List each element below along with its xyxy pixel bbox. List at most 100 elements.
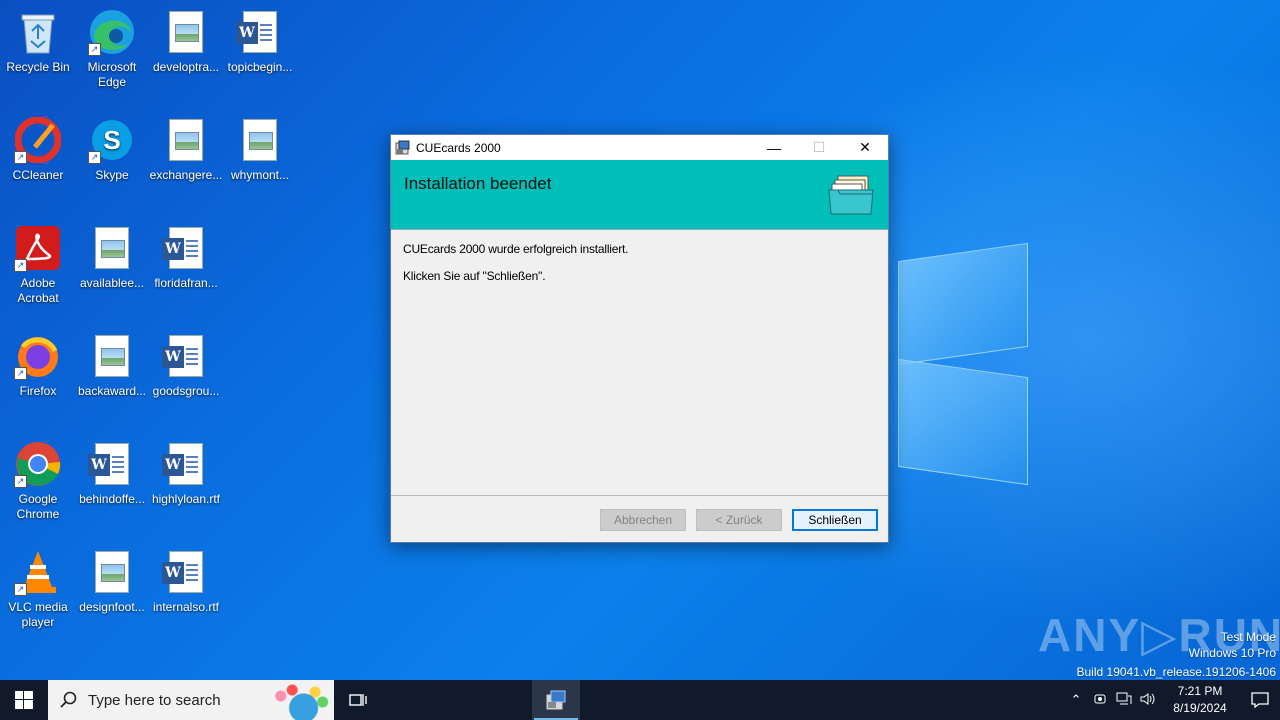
desktop-icon-label: whymont... <box>230 168 290 182</box>
desktop-icon-label: availablee... <box>79 276 145 290</box>
instruction-message: Klicken Sie auf "Schließen". <box>403 269 546 283</box>
task-view-button[interactable] <box>334 680 382 720</box>
desktop-icon-file[interactable]: W behindoffe... <box>74 440 150 507</box>
desktop-icon-edge[interactable]: ↗ Microsoft Edge <box>74 8 150 90</box>
taskbar-search-box[interactable]: Type here to search <box>48 680 334 720</box>
shortcut-arrow-icon: ↗ <box>14 367 27 380</box>
shortcut-arrow-icon: ↗ <box>14 583 27 596</box>
desktop-icon-file[interactable]: developtra... <box>148 8 224 75</box>
minimize-button[interactable]: — <box>751 135 797 160</box>
word-doc-icon: W <box>88 440 136 488</box>
desktop-icon-label: Firefox <box>19 384 57 398</box>
desktop-icon-label: topicbegin... <box>227 60 293 74</box>
close-button[interactable]: Schließen <box>792 509 878 531</box>
cancel-button[interactable]: Abbrechen <box>600 509 686 531</box>
watermark-edition: Windows 10 Pro <box>1188 646 1276 660</box>
desktop-icon-file[interactable]: backaward... <box>74 332 150 399</box>
firefox-icon: ↗ <box>14 332 62 380</box>
desktop-icon-label: exchangere... <box>149 168 223 182</box>
desktop-icon-recycle-bin[interactable]: Recycle Bin <box>0 8 76 75</box>
desktop-icon-file[interactable]: designfoot... <box>74 548 150 615</box>
task-view-icon <box>349 694 367 706</box>
maximize-button[interactable]: ☐ <box>796 135 842 160</box>
image-file-icon <box>88 224 136 272</box>
search-icon <box>60 691 77 708</box>
desktop-icon-label: internalso.rtf <box>152 600 220 614</box>
desktop-icon-label: Google Chrome <box>16 492 60 521</box>
acrobat-icon: ↗ <box>14 224 62 272</box>
desktop-icon-label: Microsoft Edge <box>87 60 137 89</box>
banner-heading: Installation beendet <box>404 174 552 193</box>
windows-logo-wallpaper <box>890 240 1030 486</box>
image-file-icon <box>88 332 136 380</box>
shortcut-arrow-icon: ↗ <box>14 475 27 488</box>
desktop-icon-label: highlyloan.rtf <box>151 492 221 506</box>
word-doc-icon: W <box>162 440 210 488</box>
dialog-titlebar[interactable]: CUEcards 2000 — ☐ ✕ <box>391 135 888 160</box>
skype-icon: S ↗ <box>88 116 136 164</box>
search-highlight-icon <box>258 680 334 720</box>
start-button[interactable] <box>0 680 48 720</box>
desktop-icon-chrome[interactable]: ↗ Google Chrome <box>0 440 76 522</box>
desktop-icon-file[interactable]: W floridafran... <box>148 224 224 291</box>
word-doc-icon: W <box>162 548 210 596</box>
desktop-icon-file[interactable]: W internalso.rtf <box>148 548 224 615</box>
clock-time: 7:21 PM <box>1177 684 1223 698</box>
image-file-icon <box>162 116 210 164</box>
action-center-button[interactable] <box>1240 692 1280 708</box>
taskbar-app-installer[interactable] <box>532 680 580 720</box>
desktop-icon-file[interactable]: whymont... <box>222 116 298 183</box>
clock-date: 8/19/2024 <box>1173 701 1227 715</box>
back-button[interactable]: < Zurück <box>696 509 782 531</box>
desktop-icon-label: behindoffe... <box>79 492 145 506</box>
desktop-icon-file[interactable]: W topicbegin... <box>222 8 298 75</box>
card-box-icon <box>828 175 874 215</box>
image-file-icon <box>162 8 210 56</box>
desktop-icon-label: Recycle Bin <box>6 60 70 74</box>
installer-app-icon <box>546 690 566 710</box>
search-placeholder: Type here to search <box>88 691 221 709</box>
dialog-button-bar: Abbrechen < Zurück Schließen <box>391 495 888 542</box>
show-hidden-icons-chevron-icon[interactable]: ⌃ <box>1064 692 1088 708</box>
desktop-icon-skype[interactable]: S ↗ Skype <box>74 116 150 183</box>
word-doc-icon: W <box>162 332 210 380</box>
desktop-icon-label: Adobe Acrobat <box>17 276 59 305</box>
watermark-test-mode: Test Mode <box>1220 630 1276 644</box>
installer-dialog: CUEcards 2000 — ☐ ✕ Installation beendet… <box>390 134 889 543</box>
desktop-icon-label: Skype <box>95 168 129 182</box>
shortcut-arrow-icon: ↗ <box>14 151 27 164</box>
shortcut-arrow-icon: ↗ <box>88 151 101 164</box>
desktop-icon-file[interactable]: exchangere... <box>148 116 224 183</box>
desktop-icon-file[interactable]: W highlyloan.rtf <box>148 440 224 507</box>
chrome-icon: ↗ <box>14 440 62 488</box>
desktop-icon-label: floridafran... <box>154 276 218 290</box>
taskbar-clock[interactable]: 7:21 PM 8/19/2024 <box>1160 683 1240 717</box>
close-window-button[interactable]: ✕ <box>842 135 888 160</box>
dialog-content: CUEcards 2000 wurde erfolgreich installi… <box>391 230 888 308</box>
network-icon[interactable] <box>1112 692 1136 709</box>
shortcut-arrow-icon: ↗ <box>14 259 27 272</box>
device-icon[interactable] <box>1088 692 1112 709</box>
desktop-icon-file[interactable]: availablee... <box>74 224 150 291</box>
desktop-icon-label: CCleaner <box>12 168 64 182</box>
desktop-icon-label: goodsgrou... <box>152 384 220 398</box>
windows-start-icon <box>15 691 33 709</box>
vlc-icon: ↗ <box>14 548 62 596</box>
svg-text:S: S <box>103 125 120 155</box>
taskbar: Type here to search ⌃ 7:21 PM 8/19/2024 <box>0 680 1280 720</box>
notification-icon <box>1251 692 1269 708</box>
word-doc-icon: W <box>236 8 284 56</box>
desktop-icon-firefox[interactable]: ↗ Firefox <box>0 332 76 399</box>
desktop-icon-ccleaner[interactable]: ↗ CCleaner <box>0 116 76 183</box>
ccleaner-icon: ↗ <box>14 116 62 164</box>
desktop-icon-acrobat[interactable]: ↗ Adobe Acrobat <box>0 224 76 306</box>
desktop-icon-label: backaward... <box>77 384 147 398</box>
dialog-title: CUEcards 2000 <box>416 140 501 155</box>
desktop-icon-label: developtra... <box>152 60 220 74</box>
desktop-icon-file[interactable]: W goodsgrou... <box>148 332 224 399</box>
desktop-icon-label: VLC media player <box>8 600 68 629</box>
desktop-icon-vlc[interactable]: ↗ VLC media player <box>0 548 76 630</box>
image-file-icon <box>88 548 136 596</box>
volume-icon[interactable] <box>1136 692 1160 709</box>
system-tray: ⌃ 7:21 PM 8/19/2024 <box>1064 680 1280 720</box>
